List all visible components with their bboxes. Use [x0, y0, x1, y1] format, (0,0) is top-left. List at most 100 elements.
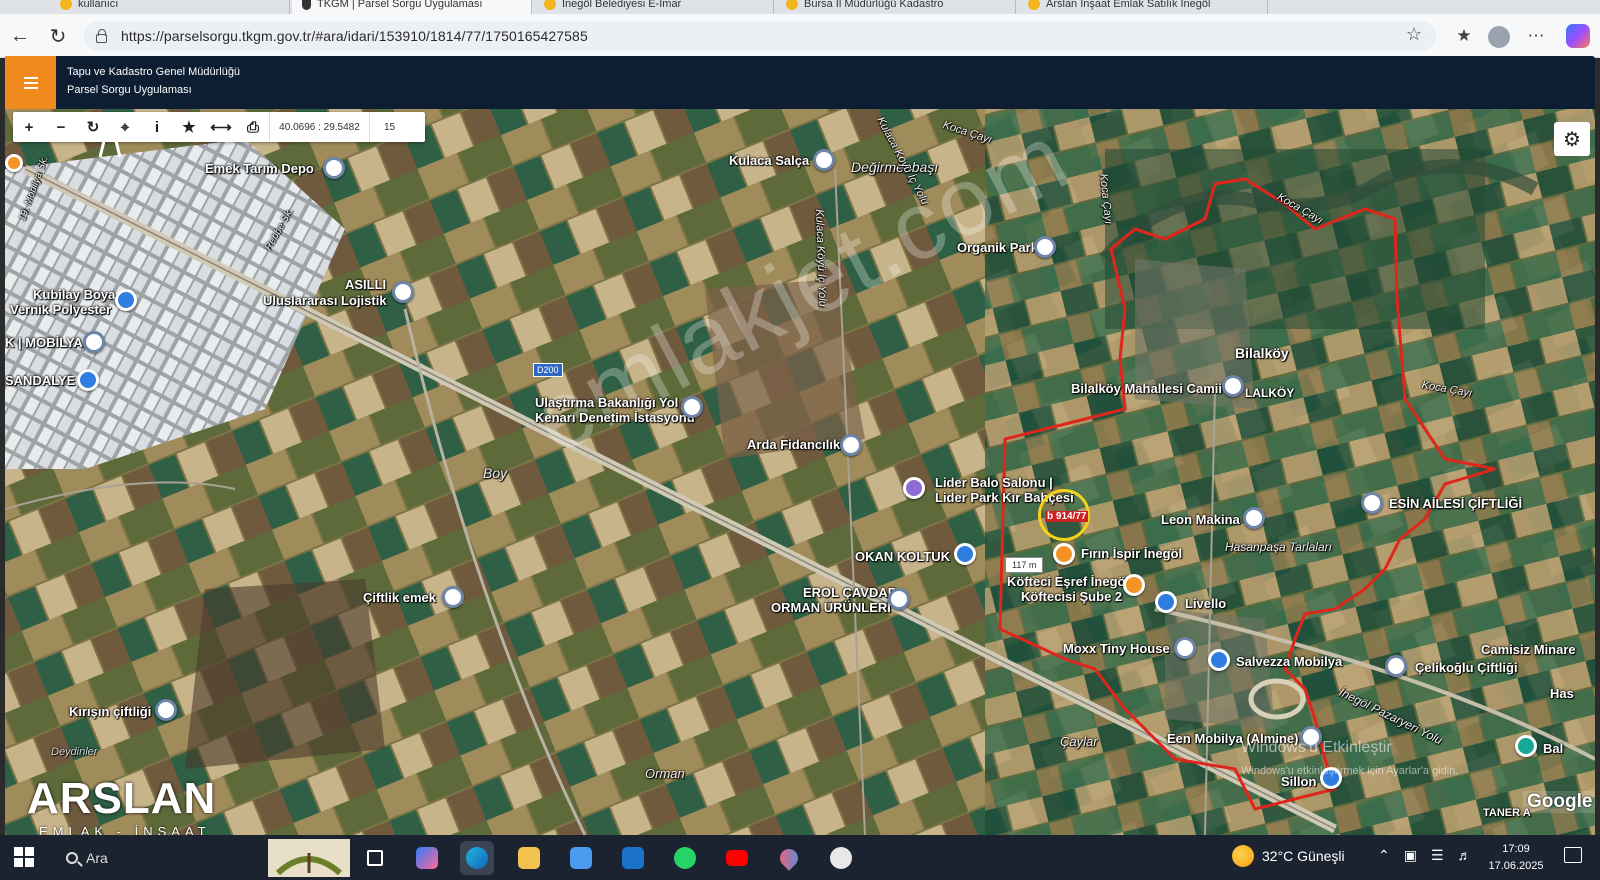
map-label-kulaca-salca: Kulaca Salça [729, 153, 810, 168]
more-options-icon[interactable]: ⋯ [1524, 24, 1548, 48]
poi-pin-icon[interactable] [1123, 574, 1145, 596]
reload-icon[interactable]: ↻ [44, 22, 72, 50]
favorite-star-icon[interactable]: ☆ [1406, 24, 1422, 45]
volume-icon[interactable]: ♬ [1458, 847, 1472, 864]
browser-tab-strip: kullanıcı TKGM | Parsel Sorgu Uygulaması… [0, 0, 1600, 14]
map-area-degirmenbasi: Değirmenbaşı [851, 159, 939, 175]
map-area-boy: Boy [483, 465, 508, 481]
poi-pin-icon[interactable] [954, 543, 976, 565]
poi-pin-icon[interactable] [888, 588, 910, 610]
wifi-icon[interactable]: ☰ [1431, 847, 1444, 864]
map-label-ulastirma-2: Kenarı Denetim İstasyonu [535, 410, 695, 425]
favorites-icon[interactable]: ★ [1452, 24, 1476, 48]
poi-pin-icon[interactable] [681, 396, 703, 418]
browser-tab-4[interactable]: Bursa İl Müdürlüğü Kadastro [776, 0, 1016, 14]
map-label-uluslararasi-lojistik: Uluslararası Lojistik [263, 293, 387, 308]
browser-tab-1[interactable]: kullanıcı [50, 0, 290, 14]
poi-pin-icon[interactable] [1222, 375, 1244, 397]
outlook-icon[interactable] [616, 841, 650, 875]
poi-pin-icon[interactable] [1515, 735, 1537, 757]
drop-app-icon[interactable] [772, 841, 806, 875]
map-label-bilalkoy-camii: Bilalköy Mahallesi Camii [1071, 381, 1223, 396]
address-bar[interactable]: https://parselsorgu.tkgm.gov.tr/#ara/ida… [84, 21, 1436, 51]
map-label-celikoglu: Çelikoğlu Çiftliği [1415, 660, 1518, 675]
copilot-taskbar-icon[interactable] [410, 841, 444, 875]
network-icon[interactable]: ▣ [1404, 847, 1417, 864]
back-arrow-icon[interactable]: ← [6, 22, 34, 50]
poi-pin-icon[interactable] [442, 586, 464, 608]
map-label-erol-cavdar-2: ORMAN ÜRÜNLERİ [771, 600, 891, 615]
hamburger-menu-icon[interactable] [5, 56, 56, 109]
map-area-bilalkoy-short: LALKÖY [1245, 386, 1295, 400]
poi-pin-icon[interactable] [813, 149, 835, 171]
copilot-icon[interactable] [1566, 24, 1590, 48]
whatsapp-icon[interactable] [668, 841, 702, 875]
map-view[interactable]: + − ↻ ⌖ i ★ ⟷ ⎙ 40.0696 : 29.5482 15 ⚙ e… [5, 109, 1595, 835]
map-label-arda-fidancilik: Arda Fidancılık [747, 437, 841, 452]
map-scale: 117 m [1005, 557, 1044, 573]
notification-icon[interactable] [1564, 847, 1582, 863]
system-tray: ⌃ ▣ ☰ ♬ [1378, 847, 1472, 864]
coordinate-readout: 40.0696 : 29.5482 [269, 112, 369, 142]
map-label-salvezza: Salvezza Mobilya [1236, 654, 1343, 669]
poi-pin-icon[interactable] [1053, 543, 1075, 565]
settings-gear-icon[interactable]: ⚙ [1554, 122, 1590, 156]
task-view-icon[interactable] [358, 841, 392, 875]
map-label-esin-ailesi: ESİN AİLESİ ÇİFTLİĞİ [1389, 496, 1523, 511]
app-subtitle: Parsel Sorgu Uygulaması [67, 84, 192, 96]
store-icon[interactable] [564, 841, 598, 875]
poi-pin-icon[interactable] [1361, 492, 1383, 514]
map-label-bal: Bal [1543, 741, 1564, 756]
taskbar-clock[interactable]: 17:09 17.06.2025 [1480, 841, 1552, 875]
map-label-sandalye: SANDALYE [5, 373, 76, 388]
lock-icon [96, 28, 107, 43]
brand-subtitle: EMLAK - İNŞAAT [39, 824, 211, 835]
poi-pin-icon[interactable] [323, 157, 345, 179]
poi-pin-icon[interactable] [155, 699, 177, 721]
search-icon [66, 852, 78, 864]
url-text: https://parselsorgu.tkgm.gov.tr/#ara/ida… [121, 28, 588, 44]
chevron-up-icon[interactable]: ⌃ [1378, 847, 1390, 864]
screen: kullanıcı TKGM | Parsel Sorgu Uygulaması… [0, 0, 1600, 880]
poi-pin-icon[interactable] [903, 477, 925, 499]
poi-pin-icon[interactable] [1385, 655, 1407, 677]
map-label-kirisin: Kırışın çiftliği [69, 704, 152, 719]
weather-widget[interactable]: 32°C Güneşli [1232, 845, 1345, 867]
windows-activation-title: Windows'u Etkinleştir [1241, 739, 1392, 756]
windows-start-icon[interactable] [14, 847, 34, 867]
poi-pin-icon[interactable] [392, 281, 414, 303]
location-pin-icon [302, 0, 311, 10]
poi-pin-icon[interactable] [77, 369, 99, 391]
file-explorer-icon[interactable] [512, 841, 546, 875]
poi-pin-icon[interactable] [1034, 236, 1056, 258]
browser-tab-2[interactable]: TKGM | Parsel Sorgu Uygulaması [292, 0, 532, 14]
profile-avatar[interactable] [1488, 26, 1510, 48]
tab-favicon-icon [786, 0, 798, 10]
zoom-level: 15 [369, 112, 409, 142]
brand-name: ARSLAN [27, 774, 217, 823]
map-label-leon-makina: Leon Makina [1161, 512, 1240, 527]
map-label-organik-park: Organik Park [957, 240, 1038, 255]
clock-date: 17.06.2025 [1488, 860, 1544, 872]
edge-browser-icon[interactable] [460, 841, 494, 875]
map-area-orman: Orman [645, 766, 685, 781]
poi-pin-icon[interactable] [1174, 637, 1196, 659]
map-label-emek-tarim-depo: Emek Tarım Depo [205, 161, 314, 176]
taskbar-search[interactable]: Ara [58, 841, 278, 875]
poi-pin-icon[interactable] [115, 289, 137, 311]
poi-pin-icon[interactable] [1243, 507, 1265, 529]
map-label-koftecisi-1: Köfteci Eşref İnegöl [1007, 574, 1130, 589]
browser-tab-5[interactable]: Arslan İnşaat Emlak Satılık İnegöl [1018, 0, 1268, 14]
map-label-k-mobilya: K | MOBİLYA [5, 335, 83, 350]
print-icon[interactable]: ⎙ [237, 112, 269, 142]
paint-icon[interactable] [824, 841, 858, 875]
browser-tab-3[interactable]: İnegöl Belediyesi E-İmar [534, 0, 774, 14]
app-header: Tapu ve Kadastro Genel Müdürlüğü Parsel … [5, 56, 1595, 109]
windows-activation-text: Windows'u etkinleştirmek için Ayarlar'a … [1241, 765, 1459, 777]
poi-pin-icon[interactable] [83, 331, 105, 353]
google-logo: Google [1523, 791, 1595, 813]
poi-pin-icon[interactable] [1208, 649, 1230, 671]
poi-pin-icon[interactable] [840, 434, 862, 456]
poi-pin-icon[interactable] [1155, 591, 1177, 613]
youtube-icon[interactable] [720, 841, 754, 875]
